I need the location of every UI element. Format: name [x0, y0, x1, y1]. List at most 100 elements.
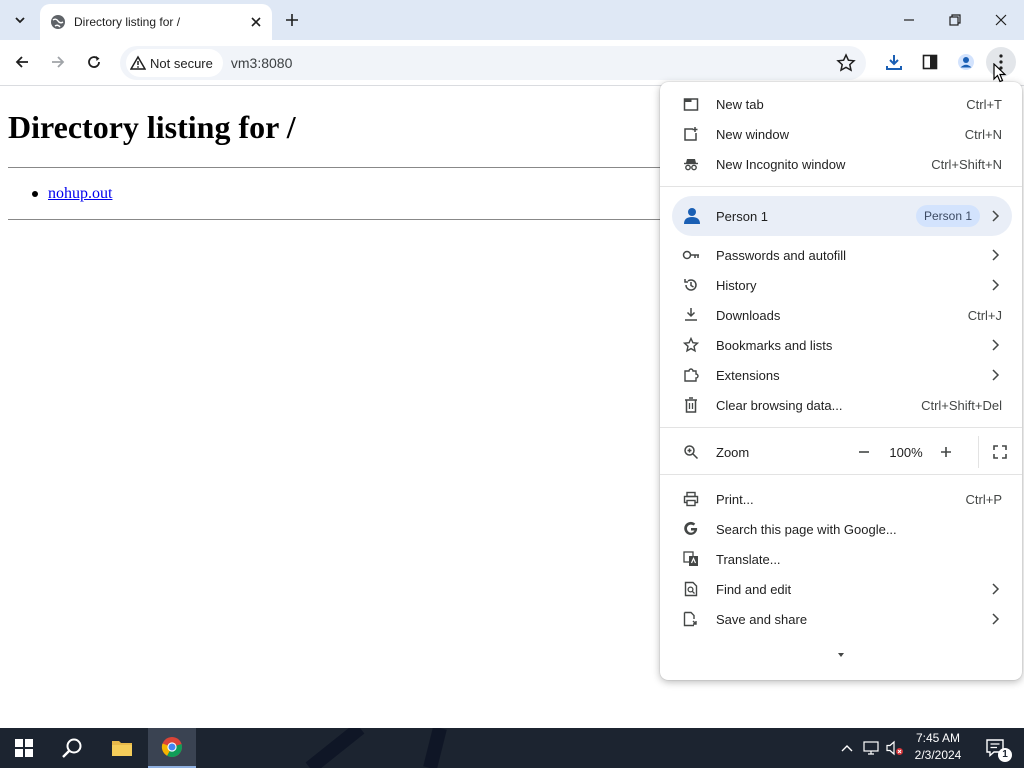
fullscreen-icon: [993, 445, 1007, 459]
close-window-button[interactable]: [978, 0, 1024, 40]
notification-count: 1: [998, 748, 1012, 762]
menu-item-history[interactable]: History: [660, 270, 1022, 300]
zoom-in-button[interactable]: [932, 438, 960, 466]
menu-item-label: Clear browsing data...: [716, 397, 843, 413]
mouse-cursor-icon: [993, 63, 1007, 83]
side-panel-button[interactable]: [915, 47, 945, 77]
menu-separator: [660, 427, 1022, 428]
globe-icon: [51, 15, 65, 29]
minimize-button[interactable]: [886, 0, 932, 40]
menu-item-label: New tab: [716, 96, 764, 112]
avatar-icon: [958, 54, 974, 70]
menu-item-print[interactable]: Print... Ctrl+P: [660, 484, 1022, 514]
menu-item-extensions[interactable]: Extensions: [660, 360, 1022, 390]
menu-item-search-google[interactable]: Search this page with Google...: [660, 514, 1022, 544]
tab-search-button[interactable]: [6, 6, 34, 34]
arrow-right-icon: [52, 56, 65, 68]
new-tab-button[interactable]: [280, 8, 304, 32]
star-icon[interactable]: [836, 53, 856, 73]
menu-separator: [660, 474, 1022, 475]
caret-down-icon[interactable]: [836, 650, 846, 660]
list-bullet: [32, 191, 38, 197]
close-icon: [251, 17, 261, 27]
taskbar: 7:45 AM 2/3/2024 1: [0, 728, 1024, 768]
profile-button[interactable]: [951, 47, 981, 77]
puzzle-icon: [682, 366, 700, 384]
downloads-button[interactable]: [879, 47, 909, 77]
chevron-down-icon: [15, 17, 25, 24]
menu-item-save-share[interactable]: Save and share: [660, 604, 1022, 634]
menu-item-shortcut: Ctrl+Shift+N: [931, 156, 1002, 172]
menu-item-downloads[interactable]: Downloads Ctrl+J: [660, 300, 1022, 330]
menu-item-person[interactable]: Person 1 Person 1: [672, 196, 1012, 236]
menu-item-label: Person 1: [716, 209, 769, 224]
menu-item-label: Bookmarks and lists: [716, 337, 833, 353]
chevron-right-icon: [992, 339, 1000, 351]
start-button[interactable]: [0, 728, 48, 768]
windows-logo-icon: [15, 739, 33, 757]
zoom-out-button[interactable]: [850, 438, 878, 466]
minus-icon: [859, 451, 869, 453]
restore-icon: [949, 14, 961, 26]
wallpaper-stroke: [305, 728, 447, 768]
clock[interactable]: 7:45 AM 2/3/2024: [908, 730, 968, 764]
translate-icon: [682, 550, 700, 568]
menu-item-clear-data[interactable]: Clear browsing data... Ctrl+Shift+Del: [660, 390, 1022, 420]
taskbar-search-button[interactable]: [48, 728, 96, 768]
chrome-taskbar-button[interactable]: [148, 728, 196, 768]
new-tab-icon: [682, 95, 700, 113]
file-explorer-button[interactable]: [98, 728, 146, 768]
menu-item-label: History: [716, 277, 757, 293]
list-item: nohup.out: [48, 185, 112, 203]
tab-close-button[interactable]: [246, 12, 266, 32]
menu-item-shortcut: Ctrl+Shift+Del: [921, 397, 1002, 413]
menu-item-find-edit[interactable]: Find and edit: [660, 574, 1022, 604]
profile-chip: Person 1: [916, 205, 981, 227]
menu-item-label: Extensions: [716, 367, 780, 383]
menu-item-label: Passwords and autofill: [716, 247, 847, 263]
search-icon: [62, 738, 82, 758]
network-icon: [863, 741, 879, 755]
browser-toolbar: Not secure vm3:8080: [0, 40, 1024, 86]
page-heading: Directory listing for /: [8, 109, 296, 145]
menu-item-label: New window: [716, 126, 789, 142]
menu-item-label: Search this page with Google...: [716, 521, 897, 537]
fullscreen-button[interactable]: [986, 438, 1014, 466]
menu-item-new-incognito[interactable]: New Incognito window Ctrl+Shift+N: [660, 149, 1022, 179]
tray-overflow-button[interactable]: [836, 728, 858, 768]
side-panel-icon: [922, 54, 938, 70]
arrow-left-icon: [15, 56, 28, 68]
chevron-right-icon: [992, 249, 1000, 261]
download-icon: [886, 55, 902, 70]
menu-item-passwords[interactable]: Passwords and autofill: [660, 240, 1022, 270]
file-link[interactable]: nohup.out: [48, 185, 112, 202]
menu-item-new-tab[interactable]: New tab Ctrl+T: [660, 89, 1022, 119]
tab-active[interactable]: Directory listing for /: [40, 4, 272, 40]
menu-item-zoom: Zoom: [660, 437, 1022, 467]
network-button[interactable]: [860, 728, 882, 768]
folder-icon: [112, 741, 132, 756]
zoom-divider: [978, 436, 979, 468]
forward-button[interactable]: [43, 47, 73, 77]
menu-item-label: New Incognito window: [716, 156, 846, 172]
clock-time: 7:45 AM: [915, 731, 961, 745]
star-icon: [682, 336, 700, 354]
download-icon: [682, 306, 700, 324]
minimize-icon: [904, 19, 914, 21]
restore-button[interactable]: [932, 0, 978, 40]
chevron-right-icon: [992, 279, 1000, 291]
warning-icon: [130, 55, 146, 70]
security-chip[interactable]: Not secure: [126, 49, 223, 77]
zoom-icon: [682, 443, 700, 461]
reload-button[interactable]: [79, 47, 109, 77]
clock-date: 2/3/2024: [914, 748, 962, 762]
close-icon: [995, 14, 1007, 26]
back-button[interactable]: [7, 47, 37, 77]
menu-item-new-window[interactable]: New window Ctrl+N: [660, 119, 1022, 149]
volume-button[interactable]: [884, 728, 906, 768]
menu-item-translate[interactable]: Translate...: [660, 544, 1022, 574]
notification-button[interactable]: 1: [976, 728, 1016, 768]
address-bar[interactable]: Not secure vm3:8080: [120, 46, 866, 80]
chevron-right-icon: [992, 210, 1000, 222]
menu-item-bookmarks[interactable]: Bookmarks and lists: [660, 330, 1022, 360]
